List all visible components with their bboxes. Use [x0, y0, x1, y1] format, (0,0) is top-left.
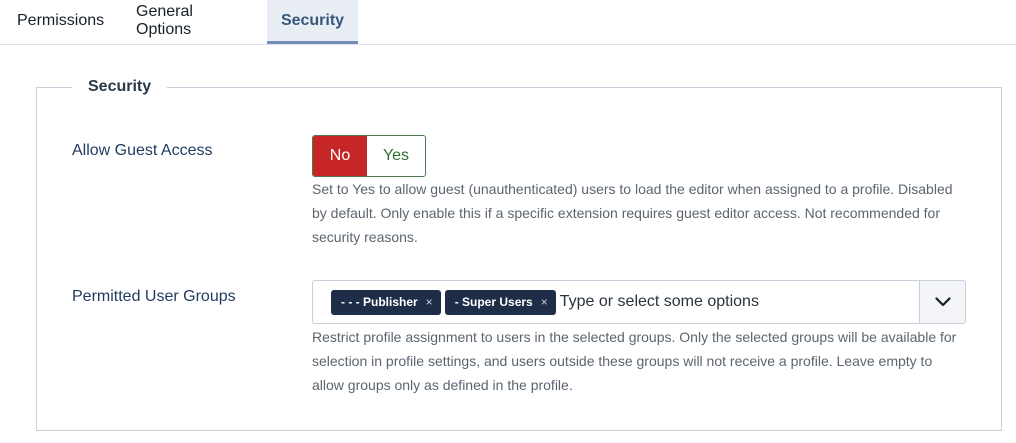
guest-access-no-option[interactable]: No	[313, 136, 367, 176]
options-page: Permissions General Options Security Sec…	[0, 0, 1016, 443]
fieldset-legend: Security	[72, 76, 168, 98]
tab-general-options[interactable]: General Options	[120, 0, 267, 44]
user-groups-description: Restrict profile assignment to users in …	[312, 329, 957, 393]
user-groups-field[interactable]: - - - Publisher × - Super Users ×	[313, 281, 920, 323]
user-groups-dropdown-toggle[interactable]	[920, 281, 965, 323]
close-icon[interactable]: ×	[541, 295, 548, 309]
tab-security[interactable]: Security	[267, 0, 358, 44]
tab-permissions[interactable]: Permissions	[0, 0, 120, 44]
chip-super-users: - Super Users ×	[444, 289, 556, 315]
close-icon[interactable]: ×	[426, 295, 433, 309]
allow-guest-access-label: Allow Guest Access	[72, 142, 213, 159]
chip-label: - Super Users	[454, 295, 533, 309]
user-groups-search-input[interactable]	[559, 293, 790, 311]
tab-bar: Permissions General Options Security	[0, 0, 1016, 45]
guest-access-description: Set to Yes to allow guest (unauthenticat…	[312, 181, 953, 245]
chip-label: - - - Publisher	[341, 295, 418, 309]
chip-publisher: - - - Publisher ×	[331, 289, 441, 315]
chevron-down-icon	[934, 297, 951, 307]
guest-access-yes-option[interactable]: Yes	[367, 136, 425, 176]
guest-access-switcher: No Yes	[312, 135, 426, 177]
permitted-user-groups-label: Permitted User Groups	[72, 288, 236, 305]
user-groups-multiselect: - - - Publisher × - Super Users ×	[312, 280, 966, 324]
